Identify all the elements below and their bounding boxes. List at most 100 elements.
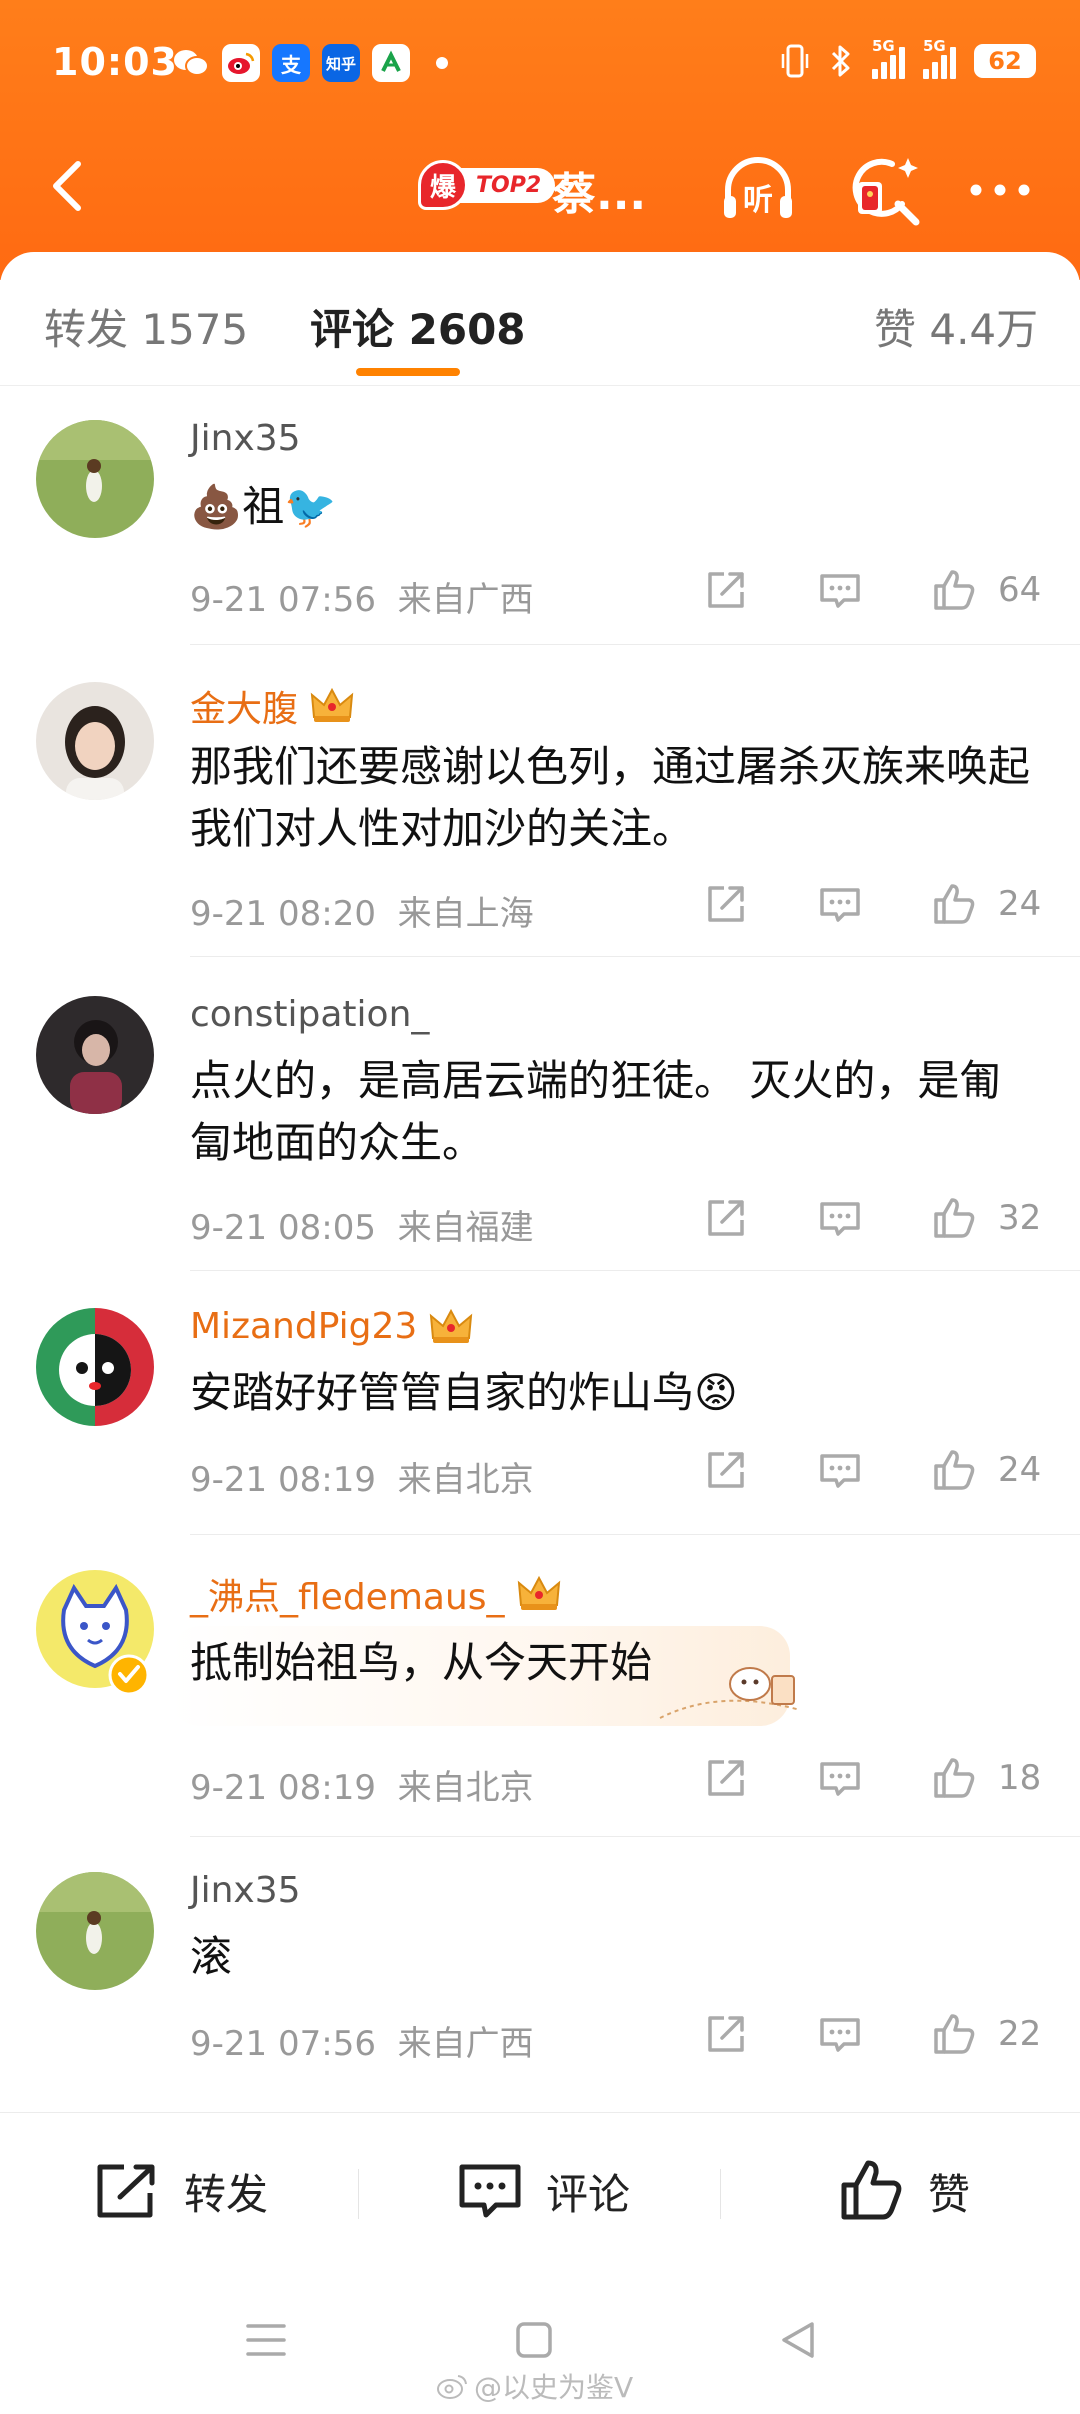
username[interactable]: 金大腹 bbox=[190, 680, 354, 732]
tab-repost[interactable]: 转发 1575 bbox=[44, 296, 248, 357]
vip-crown-icon bbox=[310, 687, 354, 725]
separator bbox=[358, 2169, 359, 2219]
share-icon[interactable] bbox=[702, 566, 750, 614]
tab-indicator bbox=[356, 368, 460, 376]
like-label: 赞 bbox=[928, 2169, 971, 2219]
like-count: 24 bbox=[998, 1450, 1042, 1490]
comment-actions: 64 bbox=[702, 566, 1042, 614]
verified-badge-icon bbox=[108, 1654, 150, 1696]
divider bbox=[190, 644, 1080, 645]
comment-meta: 9-21 08:19 来自北京 bbox=[190, 1768, 534, 1808]
divider bbox=[190, 1534, 1080, 1535]
like-thumb-icon bbox=[841, 2160, 902, 2220]
back-arrow-icon[interactable] bbox=[40, 154, 100, 218]
reply-icon[interactable] bbox=[816, 1194, 864, 1242]
vip-crown-icon bbox=[517, 1575, 561, 1613]
comment-actions: 24 bbox=[702, 880, 1042, 928]
top-header: 10:03 支 知乎 5G 5G 62 爆 TOP2 蔡... 听 bbox=[0, 0, 1080, 280]
notification-icons: 支 知乎 bbox=[172, 44, 448, 82]
tabs: 转发 1575 评论 2608 赞 4.4万 bbox=[0, 252, 1080, 386]
battery-indicator: 62 bbox=[974, 44, 1036, 78]
hot-rank-badge[interactable]: 爆 TOP2 bbox=[418, 160, 556, 210]
divider bbox=[190, 1270, 1080, 1271]
comment-button[interactable]: 评论 bbox=[456, 2159, 630, 2223]
username[interactable]: _沸点_fledemaus_ bbox=[190, 1568, 561, 1620]
vip-crown-icon bbox=[429, 1308, 473, 1346]
more-icon[interactable] bbox=[960, 150, 1040, 230]
comment-meta: 9-21 08:20 来自上海 bbox=[190, 894, 534, 934]
like-count: 18 bbox=[998, 1758, 1042, 1798]
repost-icon bbox=[97, 2164, 155, 2218]
avatar[interactable] bbox=[36, 1872, 154, 1990]
like-count: 32 bbox=[998, 1198, 1042, 1238]
signal-2-icon: 5G bbox=[923, 37, 956, 79]
comment-text: 点火的，是高居云端的狂徒。 灭火的，是匍匐地面的众生。 bbox=[190, 1056, 1002, 1167]
share-icon[interactable] bbox=[702, 1446, 750, 1494]
comment-text: 滚 bbox=[190, 1932, 233, 1981]
like-icon[interactable] bbox=[930, 2010, 978, 2058]
like-icon[interactable] bbox=[930, 880, 978, 928]
home-icon[interactable] bbox=[514, 2320, 554, 2360]
red-envelope-search-icon[interactable] bbox=[846, 150, 926, 230]
wechat-icon bbox=[172, 44, 210, 82]
like-icon[interactable] bbox=[930, 1194, 978, 1242]
like-button[interactable]: 赞 bbox=[838, 2159, 970, 2223]
menu-icon[interactable] bbox=[244, 2320, 288, 2360]
comment-actions: 22 bbox=[702, 2010, 1042, 2058]
share-icon[interactable] bbox=[702, 880, 750, 928]
page-title[interactable]: 蔡... bbox=[552, 158, 646, 222]
avatar[interactable] bbox=[36, 682, 154, 800]
comment-icon bbox=[459, 2164, 521, 2218]
comment-meta: 9-21 08:05 来自福建 bbox=[190, 1208, 534, 1248]
reply-icon[interactable] bbox=[816, 1446, 864, 1494]
comment-text: 那我们还要感谢以色列，通过屠杀灭族来唤起我们对人性对加沙的关注。 bbox=[190, 742, 1031, 853]
comment-text: 抵制始祖鸟，从今天开始 bbox=[190, 1638, 653, 1687]
avatar[interactable] bbox=[36, 1308, 154, 1426]
username[interactable]: Jinx35 bbox=[190, 418, 301, 459]
username[interactable]: MizandPig23 bbox=[190, 1306, 473, 1347]
bluetooth-icon bbox=[831, 45, 850, 77]
reply-icon[interactable] bbox=[816, 2010, 864, 2058]
comment-label: 评论 bbox=[546, 2169, 631, 2219]
tab-likes[interactable]: 赞 4.4万 bbox=[874, 296, 1038, 357]
status-time: 10:03 bbox=[52, 40, 178, 84]
share-icon[interactable] bbox=[702, 1754, 750, 1802]
comment-meta: 9-21 07:56 来自广西 bbox=[190, 580, 534, 620]
comment-actions: 18 bbox=[702, 1754, 1042, 1802]
like-icon[interactable] bbox=[930, 566, 978, 614]
reply-icon[interactable] bbox=[816, 880, 864, 928]
comment-meta: 9-21 08:19 来自北京 bbox=[190, 1460, 534, 1500]
bottom-action-bar: 转发 评论 赞 bbox=[0, 2112, 1080, 2276]
more-notifications-dot bbox=[436, 57, 448, 69]
reply-icon[interactable] bbox=[816, 1754, 864, 1802]
hot-badge-icon: 爆 bbox=[418, 160, 468, 210]
avatar[interactable] bbox=[36, 996, 154, 1114]
back-triangle-icon[interactable] bbox=[778, 2320, 818, 2360]
tab-comments[interactable]: 评论 2608 bbox=[310, 296, 526, 357]
vibrate-icon bbox=[781, 44, 809, 78]
avatar[interactable] bbox=[36, 420, 154, 538]
alipay-icon: 支 bbox=[272, 44, 310, 82]
comment-actions: 24 bbox=[702, 1446, 1042, 1494]
bank-icon bbox=[372, 44, 410, 82]
comment-meta: 9-21 07:56 来自广西 bbox=[190, 2024, 534, 2064]
svg-text:听: 听 bbox=[743, 183, 773, 218]
reply-icon[interactable] bbox=[816, 566, 864, 614]
weibo-watermark-icon bbox=[437, 2375, 467, 2399]
like-icon[interactable] bbox=[930, 1446, 978, 1494]
username[interactable]: Jinx35 bbox=[190, 1870, 301, 1911]
username[interactable]: constipation_ bbox=[190, 994, 429, 1035]
signal-1-icon: 5G bbox=[872, 37, 905, 79]
status-right: 5G 5G 62 bbox=[780, 37, 1036, 80]
nav-bar: 爆 TOP2 蔡... 听 bbox=[0, 128, 1080, 248]
divider bbox=[190, 1836, 1080, 1837]
like-icon[interactable] bbox=[930, 1754, 978, 1802]
share-icon[interactable] bbox=[702, 2010, 750, 2058]
hot-rank-label: TOP2 bbox=[458, 167, 556, 203]
watermark: @以史为鉴V bbox=[436, 2366, 633, 2406]
repost-button[interactable]: 转发 bbox=[94, 2159, 268, 2223]
comment-actions: 32 bbox=[702, 1194, 1042, 1242]
weibo-icon bbox=[222, 44, 260, 82]
listen-headphones-icon[interactable]: 听 bbox=[718, 150, 798, 230]
share-icon[interactable] bbox=[702, 1194, 750, 1242]
